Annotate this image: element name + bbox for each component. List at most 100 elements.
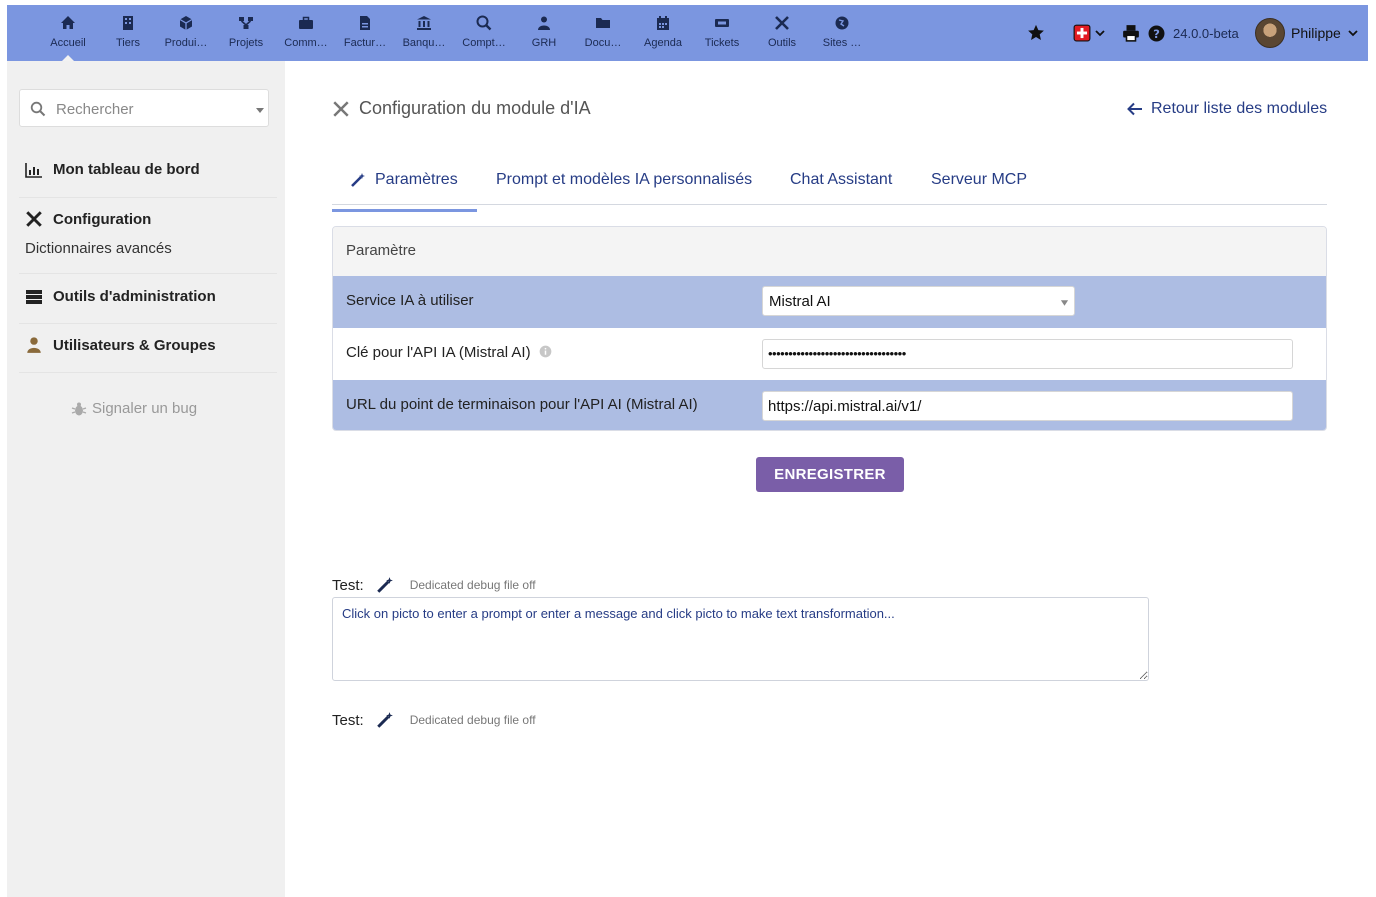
top-menu-bar: Accueil Tiers Produi… Projets Comm… Fact… [7,5,1368,61]
sidebar-item-dashboard[interactable]: Mon tableau de bord [25,161,200,178]
menu-outils[interactable]: Outils [753,5,811,61]
debug-status: Dedicated debug file off [409,578,536,592]
user-icon [27,337,41,353]
sidebar-item-label: Mon tableau de bord [53,161,200,178]
tab-prompt-models[interactable]: Prompt et modèles IA personnalisés [496,171,752,209]
user-name: Philippe [1291,25,1341,41]
divider [19,323,277,324]
tab-label: Serveur MCP [931,171,1028,188]
sidebar-item-label: Outils d'administration [53,288,216,305]
briefcase-icon [299,16,313,29]
info-icon[interactable] [539,345,552,358]
menu-tickets[interactable]: Tickets [693,5,751,61]
tab-label: Paramètres [375,171,458,188]
search-icon [30,101,46,117]
menu-commercial[interactable]: Comm… [277,5,335,61]
menu-comptabilite[interactable]: Compt… [455,5,513,61]
row-label: URL du point de terminaison pour l'API A… [346,396,698,413]
divider [19,197,277,198]
table-row-api-key: Clé pour l'API IA (Mistral AI) •••••••••… [333,328,1326,380]
back-label: Retour liste des modules [1151,100,1328,117]
print-button[interactable] [1122,5,1140,61]
printer-icon [1123,25,1139,42]
report-bug-link[interactable]: Signaler un bug [71,400,197,417]
api-key-value: •••••••••••••••••••••••••••••••••• [768,346,906,361]
ticket-icon [715,19,729,27]
bug-icon [71,402,87,415]
sidebar-item-label: Configuration [53,210,152,228]
help-icon: ? [1148,25,1165,41]
tools-icon [775,16,789,30]
dashboard-icon [25,162,42,178]
version-label: 24.0.0-beta [1173,25,1239,41]
help-button[interactable]: ? [1148,5,1165,61]
row-label-text: Clé pour l'API IA (Mistral AI) [346,344,531,361]
chevron-down-icon [1095,30,1105,37]
back-to-modules-link[interactable]: Retour liste des modules [1127,100,1327,118]
sitemap-icon [239,17,253,29]
table-row-service: Service IA à utiliser Mistral AI [333,276,1326,328]
api-key-field[interactable]: •••••••••••••••••••••••••••••••••• [762,339,1293,369]
menu-projets[interactable]: Projets [217,5,275,61]
menu-documents[interactable]: Docu… [574,5,632,61]
divider [19,273,277,274]
test-label: Test: [332,576,364,594]
calendar-icon [657,16,669,30]
row-label: Clé pour l'API IA (Mistral AI) [346,344,552,361]
row-label: Service IA à utiliser [346,292,474,309]
sidebar-item-admin-tools[interactable]: Outils d'administration [25,288,216,305]
sidebar-item-configuration[interactable]: Configuration [25,210,151,228]
magic-wand-icon[interactable] [376,576,394,594]
users-icon [538,16,550,30]
menu-accueil[interactable]: Accueil [39,5,97,61]
test-prompt-textarea[interactable] [332,597,1149,681]
caret-down-icon[interactable] [255,105,265,115]
sidebar-item-label: Utilisateurs & Groupes [53,336,216,354]
menu-tiers[interactable]: Tiers [99,5,157,61]
debug-status: Dedicated debug file off [409,713,536,727]
search-input[interactable] [54,98,238,120]
service-select[interactable]: Mistral AI [762,286,1075,316]
server-icon [26,289,42,304]
language-dropdown[interactable] [1073,5,1106,61]
search-box[interactable] [19,89,269,127]
menu-facturation[interactable]: Factur… [336,5,394,61]
menu-banques[interactable]: Banqu… [395,5,453,61]
menu-grh[interactable]: GRH [515,5,573,61]
tools-icon [26,211,42,227]
header-label: Paramètre [346,242,417,259]
params-table: Paramètre Service IA à utiliser Mistral … [332,226,1327,431]
avatar [1255,18,1285,48]
endpoint-url-field[interactable]: https://api.mistral.ai/v1/ [762,391,1293,421]
home-icon [61,16,75,29]
swiss-flag-icon [1073,24,1091,42]
building-icon [123,16,133,30]
invoice-icon [360,16,370,30]
test-line-1: Test: Dedicated debug file off [332,576,536,594]
tab-parametres[interactable]: Paramètres [332,171,477,212]
menu-agenda[interactable]: Agenda [634,5,692,61]
svg-text:?: ? [1153,26,1160,40]
divider [19,372,277,373]
test-line-2: Test: Dedicated debug file off [332,711,536,729]
test-label: Test: [332,711,364,729]
user-menu[interactable]: Philippe [1255,5,1359,61]
left-sidebar: Mon tableau de bord Configuration Dictio… [7,61,285,897]
endpoint-url-value: https://api.mistral.ai/v1/ [768,398,922,415]
save-button[interactable]: ENREGISTRER [756,457,904,492]
tab-label: Prompt et modèles IA personnalisés [496,171,753,188]
chevron-down-icon [1348,30,1358,37]
tab-mcp-server[interactable]: Serveur MCP [931,171,1027,209]
magic-wand-icon[interactable] [376,711,394,729]
sidebar-subitem-dictionnaires[interactable]: Dictionnaires avancés [25,240,172,257]
tools-icon [333,100,349,117]
sidebar-item-users-groups[interactable]: Utilisateurs & Groupes [25,336,216,354]
menu-sites[interactable]: Sites … [813,5,871,61]
bookmark-star[interactable] [1027,5,1045,61]
caret-down-icon [1060,300,1069,306]
menu-produits[interactable]: Produi… [157,5,215,61]
tab-chat-assistant[interactable]: Chat Assistant [790,171,892,209]
report-bug-label: Signaler un bug [92,400,198,417]
globe-icon [835,16,849,30]
page-title-block: Configuration du module d'IA [332,98,591,119]
